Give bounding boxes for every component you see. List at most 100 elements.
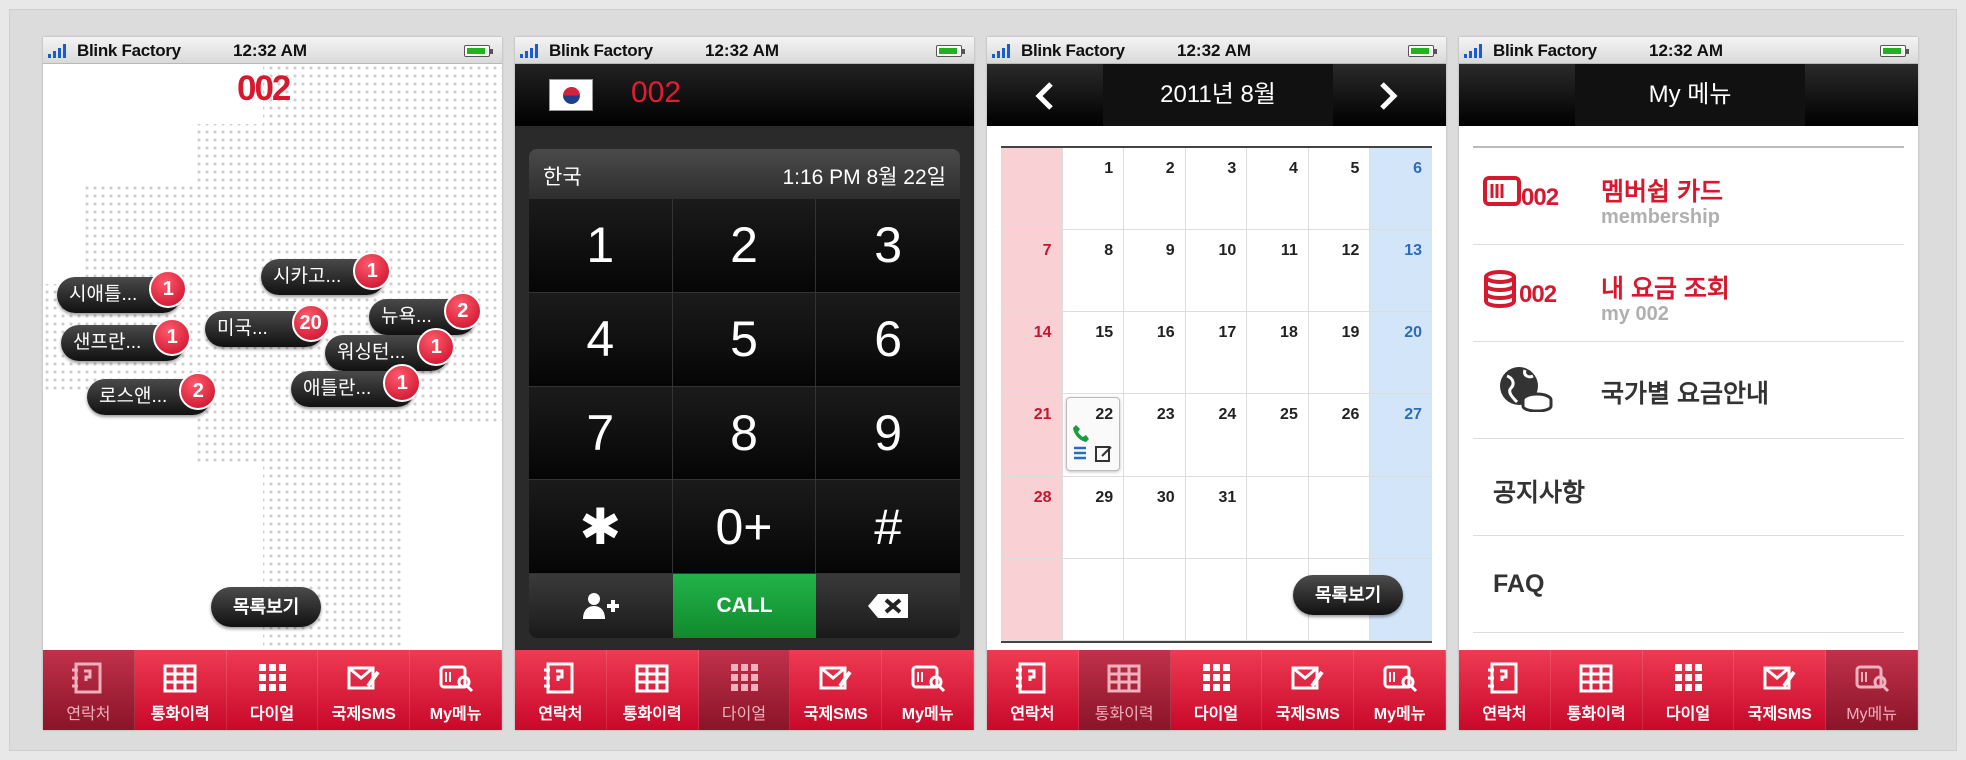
day-cell[interactable]: 17: [1185, 312, 1248, 395]
day-cell[interactable]: 16: [1124, 312, 1186, 395]
add-contact-button[interactable]: [529, 574, 673, 638]
city-pin-newyork[interactable]: 뉴욕... 2: [369, 292, 482, 335]
day-cell-selected[interactable]: 22: [1062, 394, 1125, 477]
tab-contacts[interactable]: 연락처: [43, 650, 135, 730]
tab-contacts[interactable]: 연락처: [987, 650, 1079, 730]
key-7[interactable]: 7: [529, 386, 673, 481]
call-button[interactable]: CALL: [672, 574, 817, 638]
tab-dialer[interactable]: 다이얼: [1171, 650, 1263, 730]
menu-item-membership[interactable]: 002 멤버쉽 카드 membership: [1473, 148, 1904, 245]
tab-intl-sms[interactable]: 국제SMS: [790, 650, 883, 730]
day-cell[interactable]: 9: [1124, 230, 1186, 313]
tab-my-menu[interactable]: My메뉴: [410, 650, 502, 730]
day-cell[interactable]: [1124, 558, 1186, 641]
carrier-name: Blink Factory: [549, 41, 653, 60]
tab-contacts[interactable]: 연락처: [1459, 650, 1551, 730]
day-cell[interactable]: 19: [1308, 312, 1371, 395]
day-cell[interactable]: 30: [1124, 476, 1186, 559]
tab-contacts[interactable]: 연락처: [515, 650, 607, 730]
day-cell[interactable]: 14: [1001, 312, 1063, 395]
tab-call-history[interactable]: 통화이력: [135, 650, 227, 730]
day-cell[interactable]: 12: [1308, 230, 1371, 313]
day-cell[interactable]: 4: [1247, 148, 1309, 231]
city-pin-seattle[interactable]: 시애틀... 1: [57, 270, 188, 313]
calendar-grid-icon: [163, 664, 197, 693]
tab-dialer[interactable]: 다이얼: [1643, 650, 1735, 730]
day-cell[interactable]: 3: [1185, 148, 1248, 231]
tab-call-history[interactable]: 통화이력: [607, 650, 699, 730]
message-edit-icon: [347, 666, 380, 690]
city-pin-chicago[interactable]: 시카고... 1: [261, 252, 392, 295]
next-month-icon[interactable]: [1368, 76, 1408, 116]
day-cell[interactable]: [1062, 558, 1125, 641]
day-cell[interactable]: 15: [1062, 312, 1125, 395]
day-cell[interactable]: 24: [1185, 394, 1248, 477]
day-cell[interactable]: 21: [1001, 394, 1063, 477]
day-cell[interactable]: 25: [1247, 394, 1309, 477]
list-view-button[interactable]: 목록보기: [1293, 575, 1404, 615]
list-view-button[interactable]: 목록보기: [211, 587, 322, 627]
tab-intl-sms[interactable]: 국제SMS: [1262, 650, 1355, 730]
day-cell[interactable]: 18: [1247, 312, 1309, 395]
day-cell[interactable]: 11: [1247, 230, 1309, 313]
day-cell[interactable]: 1: [1062, 148, 1125, 231]
tab-my-menu[interactable]: My메뉴: [882, 650, 974, 730]
key-5[interactable]: 5: [672, 292, 817, 387]
city-pin-atlanta[interactable]: 애틀란... 1: [291, 364, 422, 407]
tab-label: 다이얼: [249, 706, 295, 723]
tab-call-history[interactable]: 통화이력: [1078, 650, 1171, 730]
tab-dialer[interactable]: 다이얼: [227, 650, 319, 730]
app-logo: 002: [237, 69, 291, 108]
day-cell[interactable]: 28: [1001, 476, 1063, 559]
day-cell[interactable]: 10: [1185, 230, 1248, 313]
day-cell[interactable]: 13: [1370, 230, 1432, 313]
city-pin-losangeles[interactable]: 로스앤... 2: [87, 372, 218, 415]
tab-label: 다이얼: [1193, 706, 1239, 723]
day-cell[interactable]: 27: [1370, 394, 1432, 477]
day-cell[interactable]: 20: [1370, 312, 1432, 395]
day-cell[interactable]: [1247, 476, 1309, 559]
key-6[interactable]: 6: [816, 292, 960, 387]
tab-my-menu[interactable]: My메뉴: [1826, 650, 1918, 730]
backspace-button[interactable]: [816, 574, 960, 638]
day-cell[interactable]: [1001, 148, 1063, 231]
day-cell[interactable]: 5: [1308, 148, 1371, 231]
tab-my-menu[interactable]: My메뉴: [1354, 650, 1446, 730]
day-cell[interactable]: 7: [1001, 230, 1063, 313]
day-cell[interactable]: 29: [1062, 476, 1125, 559]
menu-item-faq[interactable]: FAQ: [1473, 536, 1904, 633]
tab-call-history[interactable]: 통화이력: [1551, 650, 1643, 730]
day-cell[interactable]: [1308, 476, 1371, 559]
message-edit-icon: [819, 666, 852, 690]
key-3[interactable]: 3: [816, 199, 960, 293]
day-cell[interactable]: 2: [1124, 148, 1186, 231]
day-cell[interactable]: [1370, 476, 1432, 559]
tab-intl-sms[interactable]: 국제SMS: [1734, 650, 1827, 730]
signal-icon: [1464, 44, 1488, 58]
day-cell[interactable]: 23: [1124, 394, 1186, 477]
key-hash[interactable]: #: [816, 480, 960, 574]
key-8[interactable]: 8: [672, 386, 817, 481]
korea-flag-icon[interactable]: [549, 79, 593, 111]
key-0[interactable]: 0+: [672, 480, 817, 574]
prev-month-icon[interactable]: [1025, 76, 1065, 116]
day-cell[interactable]: [1185, 558, 1248, 641]
key-star[interactable]: ✱: [529, 480, 673, 574]
menu-item-notices[interactable]: 공지사항: [1473, 439, 1904, 536]
key-9[interactable]: 9: [816, 386, 960, 481]
city-pin-sanfrancisco[interactable]: 샌프란... 1: [61, 318, 192, 361]
day-cell[interactable]: 31: [1185, 476, 1248, 559]
menu-item-billing[interactable]: 002 내 요금 조회 my 002: [1473, 245, 1904, 342]
day-cell[interactable]: [1001, 558, 1063, 641]
key-2[interactable]: 2: [672, 199, 817, 293]
day-cell[interactable]: 8: [1062, 230, 1125, 313]
day-cell[interactable]: 26: [1308, 394, 1371, 477]
tab-dialer[interactable]: 다이얼: [698, 650, 791, 730]
city-pin-washington[interactable]: 워싱턴... 1: [325, 328, 456, 371]
city-pin-usa[interactable]: 미국... 20: [205, 304, 330, 347]
key-4[interactable]: 4: [529, 292, 673, 387]
day-cell[interactable]: 6: [1370, 148, 1432, 231]
menu-item-country-rates[interactable]: 국가별 요금안내: [1473, 342, 1904, 439]
key-1[interactable]: 1: [529, 199, 673, 293]
tab-intl-sms[interactable]: 국제SMS: [318, 650, 411, 730]
